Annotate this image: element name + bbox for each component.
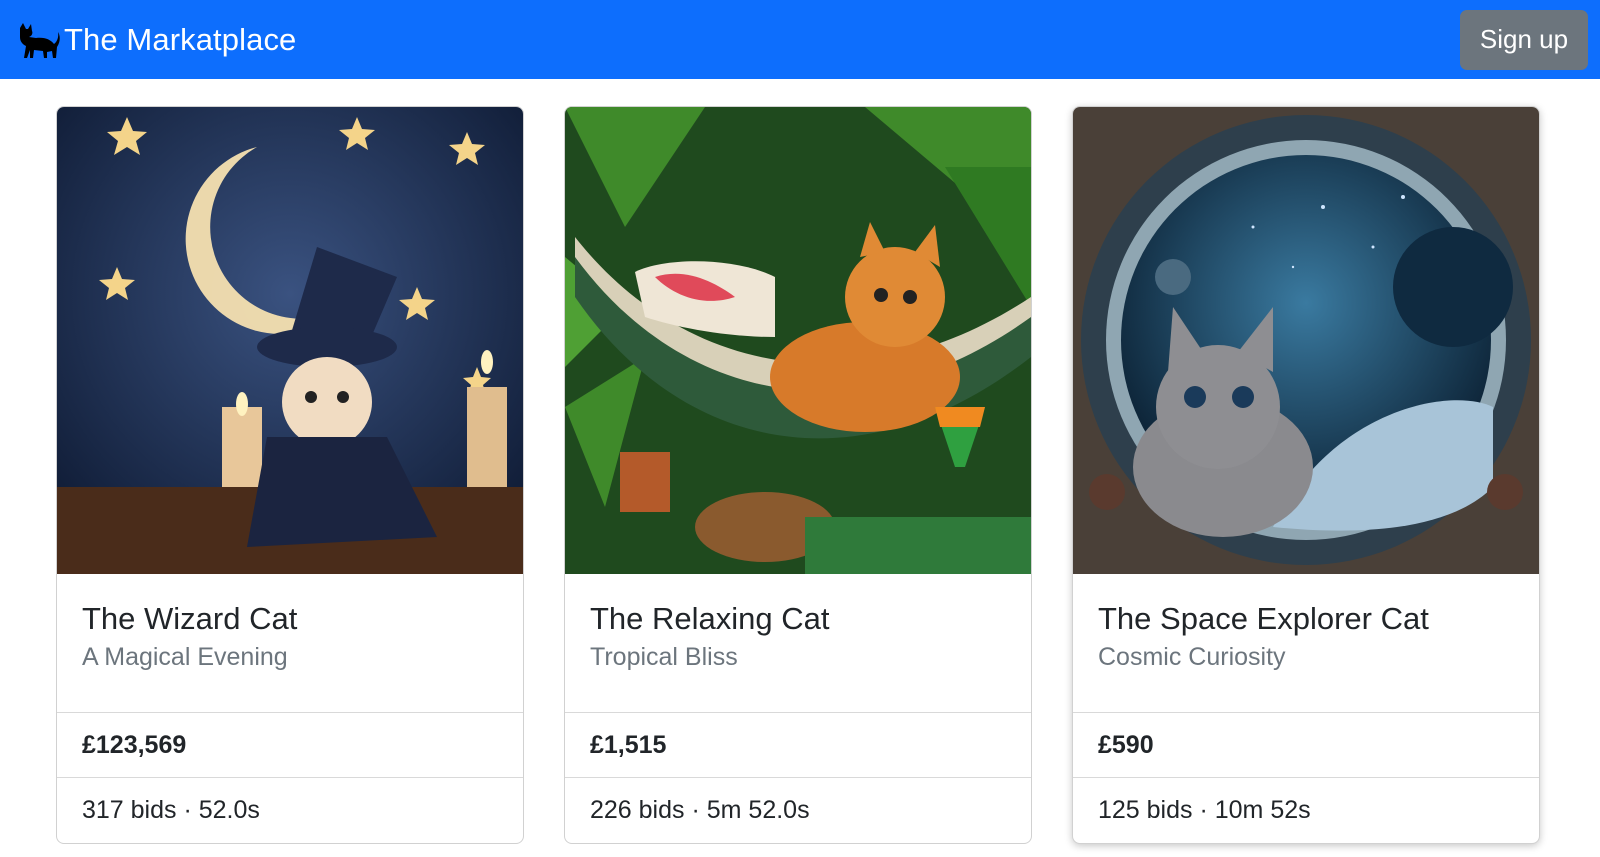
navbar: The Markatplace Sign up [0, 0, 1600, 79]
card-body: The Space Explorer Cat Cosmic Curiosity [1073, 574, 1539, 713]
space-cat-image[interactable] [1073, 107, 1539, 574]
card-subtitle: Tropical Bliss [590, 643, 738, 671]
price: £1,515 [565, 713, 1031, 778]
card-subtitle: Cosmic Curiosity [1098, 643, 1286, 671]
bid-info: 317 bids · 52.0s [82, 796, 260, 824]
card-subtitle: A Magical Evening [82, 643, 288, 671]
price: £123,569 [57, 713, 523, 778]
listing-grid: The Wizard Cat A Magical Evening £123,56… [56, 106, 1540, 844]
wizard-cat-image[interactable] [57, 107, 523, 574]
relaxing-cat-image[interactable] [565, 107, 1031, 574]
card-body: The Wizard Cat A Magical Evening [57, 574, 523, 713]
signup-button[interactable]: Sign up [1460, 9, 1588, 70]
brand-link[interactable]: The Markatplace [14, 20, 296, 60]
brand-title: The Markatplace [64, 21, 297, 57]
bid-info: 125 bids · 10m 52s [1098, 796, 1311, 824]
card-body: The Relaxing Cat Tropical Bliss [565, 574, 1031, 713]
price: £590 [1073, 713, 1539, 778]
listing-card[interactable]: The Space Explorer Cat Cosmic Curiosity … [1072, 106, 1540, 844]
listing-card[interactable]: The Relaxing Cat Tropical Bliss £1,515 2… [564, 106, 1032, 844]
card-title[interactable]: The Wizard Cat [82, 600, 498, 638]
cat-icon [20, 22, 60, 58]
bid-info: 226 bids · 5m 52.0s [590, 796, 810, 824]
card-title[interactable]: The Space Explorer Cat [1098, 600, 1514, 638]
listing-card[interactable]: The Wizard Cat A Magical Evening £123,56… [56, 106, 524, 844]
card-title[interactable]: The Relaxing Cat [590, 600, 1006, 638]
